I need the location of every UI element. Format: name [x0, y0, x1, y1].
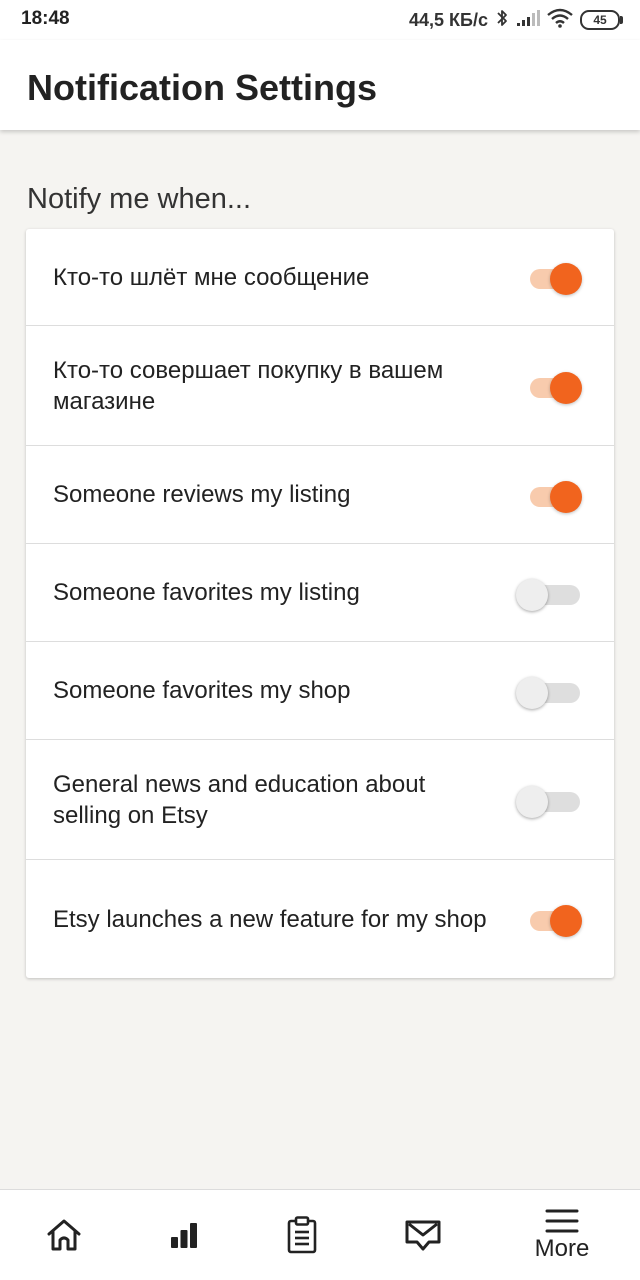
purchases-toggle[interactable]: [528, 368, 584, 404]
section-label: Notify me when...: [27, 183, 252, 215]
nav-messages[interactable]: [359, 1190, 487, 1280]
nav-more[interactable]: More: [498, 1190, 626, 1280]
setting-row-messages[interactable]: Кто-то шлёт мне сообщение: [26, 229, 614, 326]
favorites-listing-toggle[interactable]: [516, 575, 584, 611]
wifi-icon: [547, 8, 573, 33]
new-features-toggle[interactable]: [528, 901, 584, 937]
nav-stats[interactable]: [120, 1190, 248, 1280]
setting-label: Someone reviews my listing: [53, 481, 351, 508]
cell-signal-icon: [516, 9, 540, 32]
toggle-thumb: [516, 785, 548, 818]
orders-icon: [286, 1216, 318, 1254]
home-icon: [46, 1218, 82, 1252]
toggle-thumb: [550, 480, 582, 513]
setting-row-favorites-listing[interactable]: Someone favorites my listing: [26, 544, 614, 642]
toggle-thumb: [516, 578, 548, 611]
notification-settings-card: Кто-то шлёт мне сообщение Кто-то соверша…: [26, 229, 614, 978]
news-toggle[interactable]: [516, 782, 584, 818]
nav-more-label: More: [534, 1235, 590, 1262]
setting-row-reviews[interactable]: Someone reviews my listing: [26, 446, 614, 544]
status-bar: 18:48 44,5 КБ/с 45: [0, 0, 640, 40]
setting-label: Someone favorites my shop: [53, 677, 351, 704]
setting-label: Кто-то шлёт мне сообщение: [53, 263, 370, 291]
messages-toggle[interactable]: [528, 259, 584, 295]
setting-row-new-features[interactable]: Etsy launches a new feature for my shop: [26, 860, 614, 978]
favorites-shop-toggle[interactable]: [516, 673, 584, 709]
setting-row-news[interactable]: General news and education about selling…: [26, 740, 614, 860]
setting-label: Etsy launches a new feature for my shop: [53, 905, 487, 933]
setting-label: Кто-то совершает покупку в вашем магазин…: [53, 356, 444, 415]
setting-label: General news and education about selling…: [53, 770, 426, 829]
messages-icon: [405, 1218, 441, 1252]
menu-icon: [545, 1208, 579, 1234]
battery-icon: 45: [580, 10, 623, 30]
app-header: Notification Settings: [0, 40, 640, 130]
reviews-toggle[interactable]: [528, 477, 584, 513]
setting-row-favorites-shop[interactable]: Someone favorites my shop: [26, 642, 614, 740]
setting-label: Someone favorites my listing: [53, 579, 360, 606]
status-icons: 44,5 КБ/с 45: [409, 7, 623, 33]
bottom-navigation: More: [0, 1189, 640, 1280]
toggle-thumb: [550, 905, 582, 937]
setting-row-purchases[interactable]: Кто-то совершает покупку в вашем магазин…: [26, 326, 614, 446]
network-speed: 44,5 КБ/с: [409, 9, 488, 30]
toggle-thumb: [550, 371, 582, 404]
nav-orders[interactable]: [238, 1190, 366, 1280]
bluetooth-icon: [495, 8, 509, 33]
stats-icon: [169, 1221, 199, 1249]
status-time: 18:48: [21, 8, 70, 29]
page-title: Notification Settings: [27, 67, 377, 108]
toggle-thumb: [516, 676, 548, 709]
toggle-thumb: [550, 263, 582, 295]
nav-home[interactable]: [0, 1190, 128, 1280]
